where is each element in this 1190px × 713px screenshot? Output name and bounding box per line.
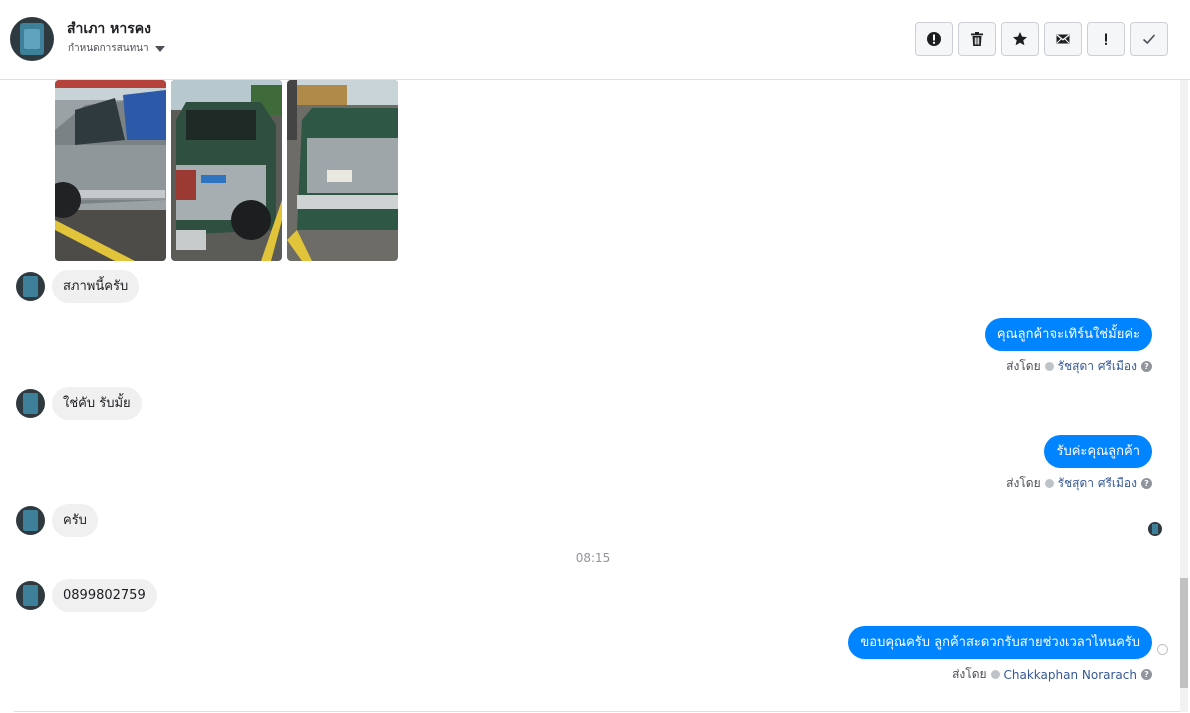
customer-name[interactable]: สำเภา หารคง xyxy=(67,18,151,40)
caret-down-icon xyxy=(154,45,165,52)
sent-by-label: ส่งโดย xyxy=(1006,359,1041,373)
agent-name[interactable]: รัชสุดา ศรีเมือง xyxy=(1058,357,1137,376)
message-bubble[interactable]: ใช่คับ รับมั้ย xyxy=(52,387,142,420)
customer-avatar[interactable] xyxy=(10,17,54,61)
conversation-settings-label: กำหนดการสนทนา xyxy=(68,43,149,54)
outgoing-message-bubble[interactable]: ขอบคุณครับ ลูกค้าสะดวกรับสายช่วงเวลาไหนค… xyxy=(848,626,1152,659)
check-icon xyxy=(1142,34,1156,45)
message-bubble[interactable]: สภาพนี้ครับ xyxy=(52,270,140,303)
sent-by-info: ส่งโดย Chakkaphan Norarach ? xyxy=(952,665,1152,684)
outgoing-message-bubble[interactable]: คุณลูกค้าจะเทิร์นใช่มั้ยค่ะ xyxy=(984,318,1152,351)
star-button[interactable] xyxy=(1001,22,1039,56)
message-timestamp: 08:15 xyxy=(575,551,611,565)
follow-up-button[interactable] xyxy=(1087,22,1125,56)
customer-avatar[interactable] xyxy=(16,389,45,418)
sent-status-icon xyxy=(1157,644,1168,655)
mark-spam-button[interactable] xyxy=(915,22,953,56)
sent-by-info: ส่งโดย รัชสุดา ศรีเมือง ? xyxy=(1006,357,1152,376)
trash-icon xyxy=(971,32,983,46)
outgoing-message-bubble[interactable]: รับค่ะคุณลูกค้า xyxy=(1044,435,1152,468)
incoming-message: ครับ xyxy=(16,504,98,537)
delete-button[interactable] xyxy=(958,22,996,56)
message-thread: สภาพนี้ครับ คุณลูกค้าจะเทิร์นใช่มั้ยค่ะ … xyxy=(0,80,1180,712)
customer-avatar[interactable] xyxy=(16,506,45,535)
help-icon[interactable]: ? xyxy=(1141,361,1152,372)
customer-avatar[interactable] xyxy=(16,581,45,610)
incoming-message: สภาพนี้ครับ xyxy=(16,270,140,303)
sent-by-label: ส่งโดย xyxy=(952,667,987,681)
mark-done-button[interactable] xyxy=(1130,22,1168,56)
message-bubble[interactable]: 0899802759 xyxy=(52,579,157,612)
mark-unread-button[interactable] xyxy=(1044,22,1082,56)
agent-name[interactable]: รัชสุดา ศรีเมือง xyxy=(1058,474,1137,493)
envelope-icon xyxy=(1056,34,1070,44)
incoming-message: 0899802759 xyxy=(16,579,157,612)
message-bubble[interactable]: ครับ xyxy=(52,504,98,537)
seen-avatar xyxy=(1148,522,1162,536)
composer-divider xyxy=(14,711,1180,712)
agent-check-icon xyxy=(1044,362,1054,371)
incoming-message: ใช่คับ รับมั้ย xyxy=(16,387,142,420)
attachment-photo[interactable] xyxy=(287,80,398,261)
star-icon xyxy=(1013,32,1027,46)
conversation-toolbar xyxy=(915,22,1168,56)
conversation-header: สำเภา หารคง กำหนดการสนทนา xyxy=(0,0,1190,80)
scrollbar-thumb[interactable] xyxy=(1180,578,1188,688)
photo-attachments xyxy=(55,80,398,261)
customer-avatar[interactable] xyxy=(16,272,45,301)
help-icon[interactable]: ? xyxy=(1141,478,1152,489)
agent-check-icon xyxy=(990,670,1000,679)
conversation-settings-dropdown[interactable]: กำหนดการสนทนา xyxy=(68,41,165,56)
exclamation-icon xyxy=(1105,33,1107,45)
agent-check-icon xyxy=(1044,479,1054,488)
alert-circle-icon xyxy=(927,32,941,46)
agent-name[interactable]: Chakkaphan Norarach xyxy=(1004,668,1137,682)
help-icon[interactable]: ? xyxy=(1141,669,1152,680)
sent-by-info: ส่งโดย รัชสุดา ศรีเมือง ? xyxy=(1006,474,1152,493)
thread-scrollbar[interactable] xyxy=(1180,80,1188,712)
attachment-photo[interactable] xyxy=(171,80,282,261)
sent-by-label: ส่งโดย xyxy=(1006,476,1041,490)
attachment-photo[interactable] xyxy=(55,80,166,261)
